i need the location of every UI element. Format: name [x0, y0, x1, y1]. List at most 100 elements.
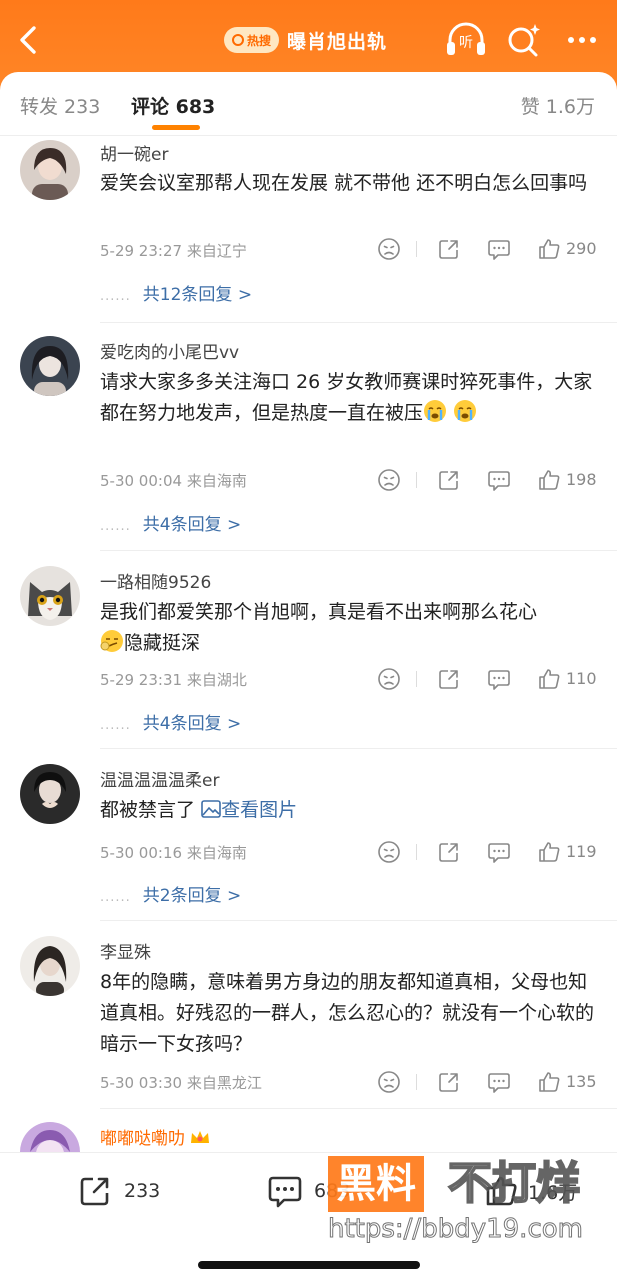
- repost-button[interactable]: 233: [76, 1171, 160, 1211]
- like-count: 290: [566, 239, 597, 258]
- avatar[interactable]: [20, 336, 80, 396]
- reply-icon[interactable]: [486, 236, 512, 262]
- view-replies-link[interactable]: ...... 共12条回复 >: [100, 280, 252, 305]
- reply-icon[interactable]: [486, 467, 512, 493]
- tab-comment[interactable]: 评论 683: [131, 92, 215, 119]
- comment-text-content: 是我们都爱笑那个肖旭啊，真是看不出来啊那么花心: [100, 601, 538, 623]
- reply-icon[interactable]: [486, 666, 512, 692]
- share-icon[interactable]: [436, 666, 462, 692]
- share-icon[interactable]: [436, 1069, 462, 1095]
- dislike-icon[interactable]: [376, 236, 402, 262]
- comment-location: 来自黑龙江: [186, 1074, 262, 1092]
- comment-author[interactable]: 嘟嘟哒嘞叻: [100, 1124, 211, 1149]
- replies-count: 共2条回复 >: [142, 886, 242, 906]
- page-title: 曝肖旭出轨: [287, 30, 388, 53]
- comment-author[interactable]: 一路相随9526: [100, 568, 211, 593]
- more-icon[interactable]: [562, 28, 602, 52]
- comment-meta: 5-29 23:31 来自湖北: [100, 669, 247, 690]
- comment-meta: 5-30 03:30 来自黑龙江: [100, 1072, 262, 1093]
- watermark-url: https://bbdy19.com: [328, 1214, 584, 1245]
- like-count: 198: [566, 470, 597, 489]
- dislike-icon[interactable]: [376, 666, 402, 692]
- back-icon[interactable]: [12, 22, 48, 58]
- divider: [100, 550, 617, 551]
- like-count: 135: [566, 1072, 597, 1091]
- view-replies-link[interactable]: ...... 共2条回复 >: [100, 881, 241, 906]
- like-count: 119: [566, 842, 597, 861]
- share-icon[interactable]: [436, 839, 462, 865]
- watermark-brand-text: 不打烊: [447, 1157, 581, 1210]
- comment-location: 来自湖北: [186, 671, 247, 689]
- comment-time: 5-30 00:04: [100, 472, 183, 490]
- like-icon[interactable]: [536, 839, 562, 865]
- comment-actions: 110: [372, 666, 602, 696]
- share-icon[interactable]: [436, 236, 462, 262]
- avatar[interactable]: [20, 566, 80, 626]
- comment-text-content: 都被禁言了: [100, 799, 196, 821]
- like-count: 110: [566, 669, 597, 688]
- watermark-brand-box: 黑料: [328, 1156, 424, 1212]
- hot-search-title[interactable]: 热搜 曝肖旭出轨: [224, 24, 387, 56]
- divider: [100, 920, 617, 921]
- dislike-icon[interactable]: [376, 1069, 402, 1095]
- watermark: 黑料 不打烊 https://bbdy19.com: [328, 1156, 608, 1256]
- image-icon: [201, 800, 221, 818]
- dislike-icon[interactable]: [376, 839, 402, 865]
- comment-author[interactable]: 胡一碗er: [100, 140, 168, 165]
- comment-time: 5-30 03:30: [100, 1074, 183, 1092]
- like-icon[interactable]: [536, 666, 562, 692]
- comment-actions: 198: [372, 467, 602, 497]
- comment-author[interactable]: 温温温温温柔er: [100, 766, 219, 791]
- hot-badge-label: 热搜: [247, 33, 272, 48]
- divider: [100, 748, 617, 749]
- comment-actions: 290: [372, 236, 602, 266]
- reply-icon[interactable]: [486, 1069, 512, 1095]
- avatar[interactable]: [20, 936, 80, 996]
- search-icon: [232, 34, 244, 46]
- comment-text: 爱笑会议室那帮人现在发展 就不带他 还不明白怎么回事吗: [100, 172, 588, 194]
- like-icon[interactable]: [536, 236, 562, 262]
- comment-text: 8年的隐瞒，意味着男方身边的朋友都知道真相，父母也知道真相。好残忍的一群人，怎么…: [100, 971, 595, 1055]
- crying-emoji-icon: [424, 400, 447, 422]
- replies-count: 共12条回复 >: [142, 285, 253, 305]
- avatar[interactable]: [20, 140, 80, 200]
- tab-active-indicator: [152, 125, 200, 130]
- tab-like[interactable]: 赞 1.6万: [521, 92, 595, 119]
- divider: [100, 1108, 617, 1109]
- comment-icon: [268, 1176, 302, 1208]
- view-replies-link[interactable]: ...... 共4条回复 >: [100, 510, 241, 535]
- divider: [100, 322, 617, 323]
- tab-bar: 转发 233 评论 683 赞 1.6万: [0, 72, 617, 136]
- like-icon[interactable]: [536, 1069, 562, 1095]
- listen-label: 听: [459, 35, 473, 51]
- reply-icon[interactable]: [486, 839, 512, 865]
- comment-text-content: 请求大家多多关注海口 26 岁女教师赛课时猝死事件，大家都在努力地发声，但是热度…: [100, 371, 593, 424]
- comment-text: 都被禁言了 查看图片: [100, 795, 600, 826]
- vip-crown-icon: [191, 1131, 209, 1143]
- smirk-emoji-icon: [100, 630, 123, 652]
- comment-location: 来自海南: [186, 472, 247, 490]
- comment-author[interactable]: 李显殊: [100, 938, 151, 963]
- avatar[interactable]: [20, 764, 80, 824]
- tab-repost[interactable]: 转发 233: [20, 92, 100, 119]
- comment-location: 来自辽宁: [186, 242, 247, 260]
- header-row: 热搜 曝肖旭出轨 听: [0, 20, 617, 60]
- share-icon[interactable]: [436, 467, 462, 493]
- home-indicator[interactable]: [198, 1261, 420, 1269]
- comment-actions: 135: [372, 1069, 602, 1099]
- headphones-icon[interactable]: 听: [444, 20, 488, 60]
- comment-meta: 5-30 00:16 来自海南: [100, 842, 247, 863]
- comment-meta: 5-29 23:27 来自辽宁: [100, 240, 247, 261]
- view-replies-link[interactable]: ...... 共4条回复 >: [100, 709, 241, 734]
- comment-author-name: 嘟嘟哒嘞叻: [100, 1129, 185, 1149]
- dislike-icon[interactable]: [376, 467, 402, 493]
- comment-text: 请求大家多多关注海口 26 岁女教师赛课时猝死事件，大家都在努力地发声，但是热度…: [100, 367, 600, 429]
- view-image-link[interactable]: 查看图片: [201, 799, 297, 821]
- comment-author[interactable]: 爱吃肉的小尾巴vv: [100, 338, 239, 363]
- comment-location: 来自海南: [186, 844, 247, 862]
- comment-time: 5-30 00:16: [100, 844, 183, 862]
- ai-search-icon[interactable]: [504, 20, 544, 60]
- repost-icon: [80, 1177, 109, 1206]
- comment-meta: 5-30 00:04 来自海南: [100, 470, 247, 491]
- like-icon[interactable]: [536, 467, 562, 493]
